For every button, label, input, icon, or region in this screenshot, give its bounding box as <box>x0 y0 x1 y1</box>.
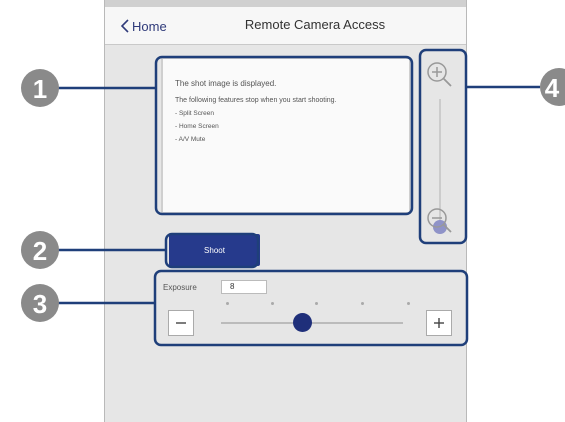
preview-line-features: The following features stop when you sta… <box>175 97 337 104</box>
callout-2: 2 <box>21 231 59 269</box>
zoom-in-icon <box>427 62 452 87</box>
bullet-home-screen: - Home Screen <box>175 123 219 130</box>
status-strip <box>105 0 466 7</box>
callout-4-number: 4 <box>545 73 560 103</box>
exposure-tick <box>361 302 364 305</box>
shot-image-preview: The shot image is displayed. The followi… <box>161 57 411 214</box>
zoom-in-button[interactable] <box>425 60 453 88</box>
exposure-decrease-button[interactable] <box>168 310 194 336</box>
header-bar: Home Remote Camera Access <box>105 7 466 45</box>
exposure-slider-track[interactable] <box>221 313 403 332</box>
zoom-out-icon <box>427 208 452 233</box>
bullet-split-screen: - Split Screen <box>175 110 215 117</box>
exposure-label: Exposure <box>163 283 197 292</box>
exposure-value-field[interactable]: 8 <box>221 280 267 294</box>
exposure-tick <box>315 302 318 305</box>
page-title: Remote Camera Access <box>244 17 386 32</box>
exposure-slider-handle[interactable] <box>292 313 312 332</box>
callout-3-number: 3 <box>33 289 47 319</box>
shoot-button[interactable]: Shoot <box>169 234 260 266</box>
exposure-tick <box>407 302 410 305</box>
callout-3: 3 <box>21 284 59 322</box>
zoom-out-button[interactable] <box>425 206 453 234</box>
exposure-increase-button[interactable] <box>426 310 452 336</box>
home-back-button[interactable]: Home <box>121 16 167 36</box>
minus-icon <box>176 322 186 324</box>
plus-icon <box>434 318 444 328</box>
preview-line-displayed: The shot image is displayed. <box>175 79 277 88</box>
callout-1-number: 1 <box>33 74 47 104</box>
back-label: Home <box>132 18 167 34</box>
exposure-tick <box>271 302 274 305</box>
callout-1: 1 <box>21 69 59 107</box>
zoom-controls <box>421 50 466 240</box>
callout-2-number: 2 <box>33 236 47 266</box>
bullet-av-mute: - A/V Mute <box>175 136 206 143</box>
chevron-left-icon <box>121 19 129 33</box>
callout-4: 4 <box>540 68 565 106</box>
exposure-tick <box>226 302 229 305</box>
